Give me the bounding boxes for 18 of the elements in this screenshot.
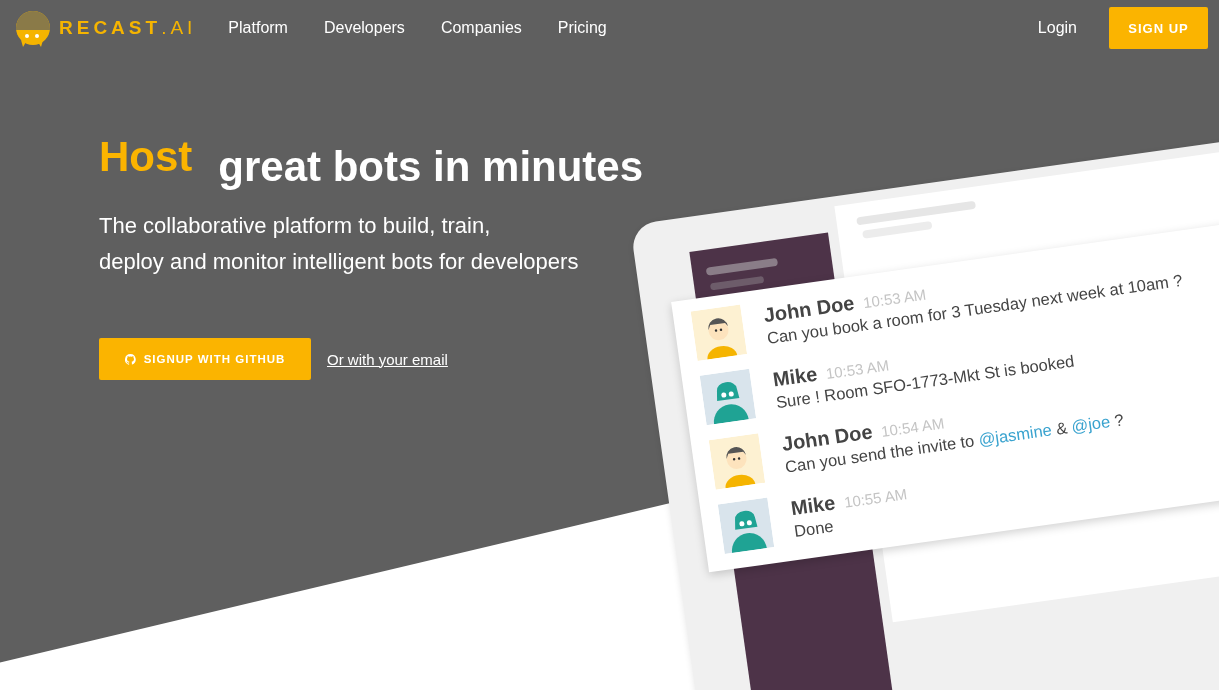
nav-link[interactable]: Platform (228, 19, 288, 37)
logo-text[interactable]: RECAST.AI (59, 17, 197, 39)
email-signup-link[interactable]: Or with your email (327, 350, 448, 368)
nav-link[interactable]: Developers (323, 19, 405, 37)
message-time: 10:55 AM (843, 485, 909, 511)
subtitle-line: deploy and monitor intelligent bots for developers (99, 248, 579, 276)
placeholder-bar (709, 275, 765, 291)
github-icon (124, 353, 136, 365)
message-author: Mike (771, 362, 819, 391)
login-link[interactable]: Login (1037, 19, 1077, 37)
headline-highlight: Host (99, 136, 193, 178)
message-time: 10:54 AM (880, 414, 946, 440)
headline: great bots in minutes (218, 146, 644, 188)
nav-link[interactable]: Pricing (557, 19, 607, 37)
logo-icon[interactable] (13, 8, 53, 48)
message-time: 10:53 AM (862, 285, 928, 312)
subtitle-line: The collaborative platform to build, train, (99, 212, 491, 240)
nav-link[interactable]: Companies (440, 19, 522, 37)
